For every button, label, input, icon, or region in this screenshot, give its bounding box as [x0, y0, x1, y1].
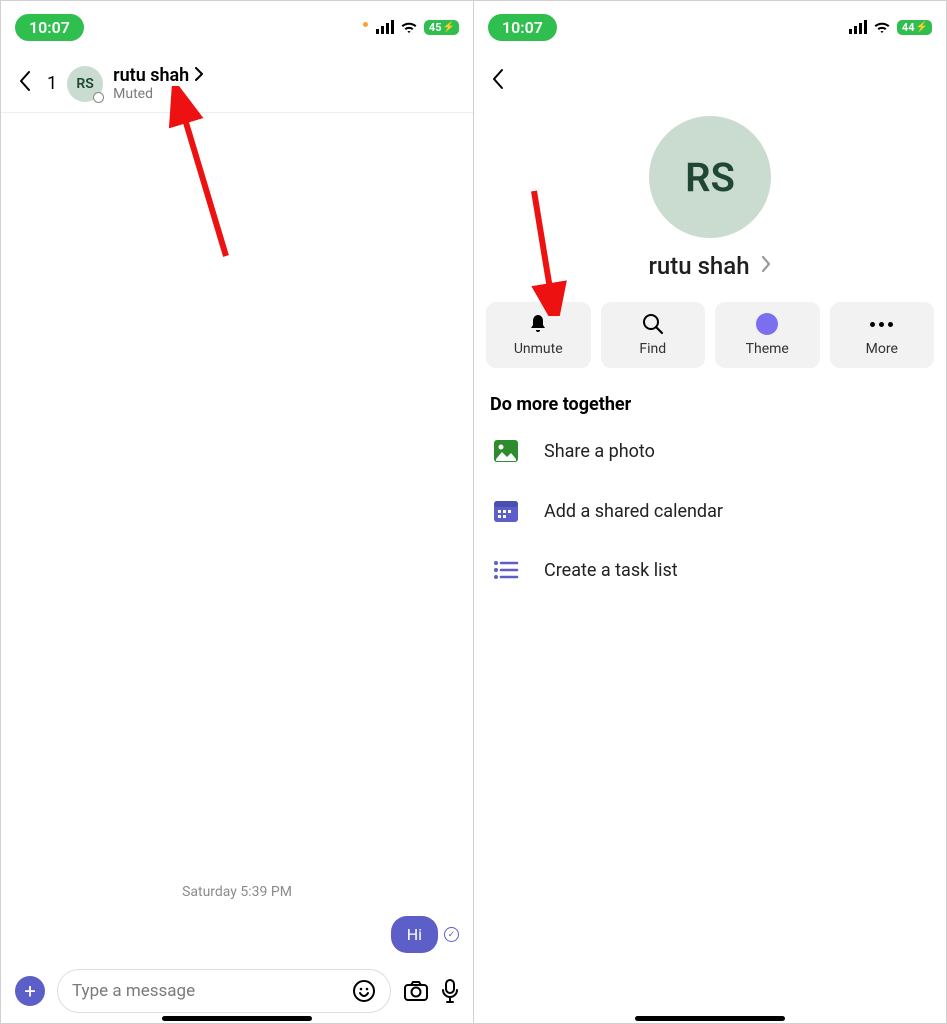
action-label: Find — [639, 341, 666, 357]
composer: + — [1, 969, 473, 1013]
unmute-button[interactable]: Unmute — [486, 302, 591, 368]
wifi-icon — [400, 20, 418, 34]
list-item-label: Create a task list — [544, 560, 678, 581]
status-time: 10:07 — [15, 14, 84, 41]
more-button[interactable]: More — [830, 302, 935, 368]
theme-button[interactable]: Theme — [715, 302, 820, 368]
task-list-item[interactable]: Create a task list — [474, 541, 946, 599]
battery-indicator: 44⚡ — [897, 20, 932, 35]
find-button[interactable]: Find — [601, 302, 706, 368]
action-label: Unmute — [514, 341, 563, 357]
emoji-button[interactable] — [352, 979, 376, 1003]
message-timestamp: Saturday 5:39 PM — [15, 884, 459, 900]
status-bar: 10:07 44⚡ — [474, 1, 946, 47]
chevron-right-icon — [194, 66, 204, 85]
contact-title-block[interactable]: rutu shah Muted — [113, 65, 204, 102]
cellular-signal-icon — [849, 20, 867, 34]
home-indicator — [162, 1016, 312, 1021]
shared-calendar-item[interactable]: Add a shared calendar — [474, 481, 946, 541]
status-time: 10:07 — [488, 14, 557, 41]
ellipsis-icon — [870, 313, 893, 335]
message-input[interactable] — [72, 981, 342, 1001]
mic-button[interactable] — [441, 978, 459, 1004]
microphone-icon — [441, 978, 459, 1004]
avatar-initials: RS — [76, 76, 93, 92]
photo-icon — [492, 439, 520, 463]
chat-header: 1 RS rutu shah Muted — [1, 47, 473, 113]
camera-icon — [403, 979, 429, 1003]
calendar-icon — [492, 499, 520, 523]
chat-body: Saturday 5:39 PM Hi ✓ — [1, 884, 473, 963]
phone-contact-details-screen: 10:07 44⚡ RS rutu shah — [474, 1, 946, 1023]
search-icon — [642, 313, 664, 335]
back-button[interactable] — [486, 68, 510, 98]
phone-chat-screen: 10:07 45⚡ 1 RS rutu shah — [1, 1, 474, 1023]
smiley-icon — [352, 979, 376, 1003]
action-label: Theme — [746, 341, 789, 357]
avatar-initials: RS — [685, 154, 735, 201]
list-item-label: Add a shared calendar — [544, 501, 723, 522]
wifi-icon — [873, 20, 891, 34]
avatar[interactable]: RS — [67, 66, 103, 102]
presence-indicator-icon — [93, 92, 104, 103]
camera-button[interactable] — [403, 979, 429, 1003]
status-bar: 10:07 45⚡ — [1, 1, 473, 47]
message-input-wrap — [57, 969, 391, 1013]
bell-icon — [528, 313, 548, 335]
list-icon — [492, 559, 520, 581]
contact-name-row[interactable]: rutu shah — [474, 252, 946, 280]
cellular-signal-icon — [376, 20, 394, 34]
muted-label: Muted — [113, 86, 204, 102]
section-title: Do more together — [474, 380, 946, 421]
annotation-arrow-icon — [156, 86, 246, 266]
action-button-row: Unmute Find Theme More — [474, 280, 946, 380]
add-attachment-button[interactable]: + — [15, 976, 45, 1006]
avatar: RS — [649, 116, 771, 238]
share-photo-item[interactable]: Share a photo — [474, 421, 946, 481]
two-phone-screenshots: 10:07 45⚡ 1 RS rutu shah — [0, 0, 947, 1024]
battery-indicator: 45⚡ — [424, 20, 459, 35]
delivered-icon: ✓ — [444, 927, 459, 942]
theme-color-icon — [756, 313, 778, 335]
contact-name: rutu shah — [648, 252, 749, 280]
recording-indicator-icon — [363, 22, 368, 27]
action-label: More — [866, 341, 898, 357]
back-button[interactable] — [13, 69, 37, 98]
chevron-right-icon — [760, 254, 772, 278]
unread-count: 1 — [47, 73, 57, 94]
message-bubble[interactable]: Hi — [391, 916, 438, 953]
home-indicator — [635, 1016, 785, 1021]
contact-name: rutu shah — [113, 65, 189, 86]
list-item-label: Share a photo — [544, 441, 655, 462]
